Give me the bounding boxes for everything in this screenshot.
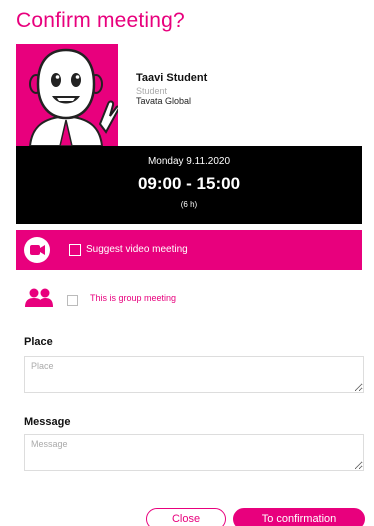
video-meeting-label[interactable]: Suggest video meeting bbox=[86, 244, 188, 255]
video-meeting-row: Suggest video meeting bbox=[16, 230, 362, 270]
close-button[interactable]: Close bbox=[146, 508, 226, 526]
group-meeting-label[interactable]: This is group meeting bbox=[90, 293, 176, 303]
profile-organization: Tavata Global bbox=[136, 96, 192, 106]
message-label: Message bbox=[24, 416, 71, 428]
group-meeting-row: This is group meeting bbox=[16, 284, 362, 314]
meeting-date: Monday 9.11.2020 bbox=[147, 156, 231, 167]
meeting-duration: (6 h) bbox=[180, 200, 198, 209]
profile-name: Taavi Student bbox=[136, 72, 208, 84]
message-input[interactable] bbox=[24, 434, 364, 471]
profile-role: Student bbox=[136, 86, 168, 96]
dialog-title: Confirm meeting? bbox=[16, 9, 185, 32]
video-meeting-checkbox[interactable] bbox=[69, 244, 81, 256]
to-confirmation-button[interactable]: To confirmation bbox=[233, 508, 365, 526]
group-meeting-checkbox[interactable] bbox=[67, 295, 78, 306]
profile-card: Taavi Student Student Tavata Global bbox=[16, 44, 362, 146]
video-camera-icon bbox=[24, 237, 50, 263]
meeting-time-panel: Monday 9.11.2020 09:00 - 15:00 (6 h) bbox=[16, 146, 362, 224]
place-input[interactable] bbox=[24, 356, 364, 393]
group-people-icon bbox=[24, 288, 54, 308]
place-label: Place bbox=[24, 336, 53, 348]
meeting-time-range: 09:00 - 15:00 bbox=[137, 174, 241, 193]
student-avatar bbox=[16, 44, 118, 146]
